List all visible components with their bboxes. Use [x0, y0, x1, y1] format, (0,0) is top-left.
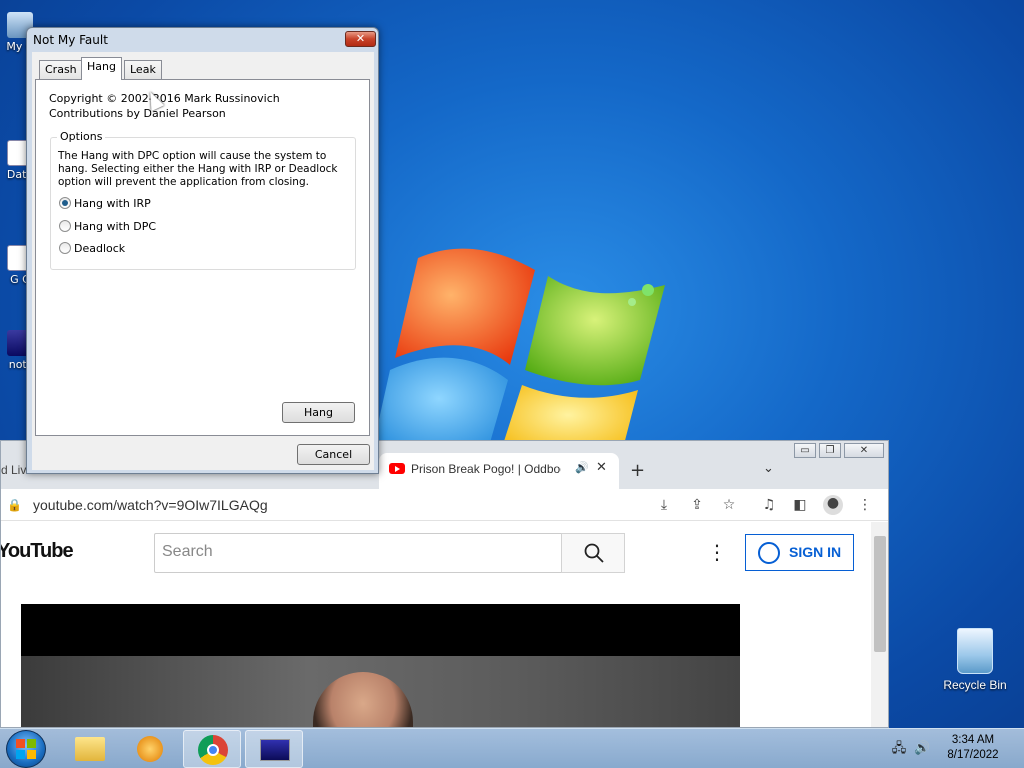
volume-icon[interactable]: 🔊 — [914, 741, 930, 757]
side-panel-icon[interactable]: ◧ — [792, 497, 808, 513]
youtube-logo[interactable]: YouTube — [1, 540, 74, 563]
radio-deadlock[interactable]: Deadlock — [59, 241, 125, 255]
hang-tab-panel: Copyright © 2002-2016 Mark Russinovich C… — [35, 79, 370, 436]
maximize-button[interactable]: ❐ — [819, 443, 841, 458]
hang-button[interactable]: Hang — [282, 402, 355, 423]
radio-label: Deadlock — [74, 241, 126, 255]
tab-hang[interactable]: Hang — [81, 57, 122, 80]
cancel-button[interactable]: Cancel — [297, 444, 370, 465]
tab-youtube[interactable]: Prison Break Pogo! | Oddbod 🔊 ✕ — [379, 453, 619, 489]
account-icon — [758, 542, 780, 564]
taskbar-explorer-button[interactable] — [60, 730, 118, 768]
copyright-text: Copyright © 2002-2016 Mark Russinovich — [49, 92, 280, 105]
search-icon — [584, 543, 604, 563]
options-group: Options The Hang with DPC option will ca… — [50, 130, 356, 270]
youtube-page: YouTube Search ⋮ SIGN IN — [1, 522, 871, 727]
share-icon[interactable]: ⇪ — [689, 497, 705, 513]
minimize-button[interactable]: ▭ — [794, 443, 816, 458]
system-clock[interactable]: 3:34 AM 8/17/2022 — [936, 733, 1010, 763]
media-control-icon[interactable]: ♫ — [761, 497, 777, 513]
notmyfault-app-icon — [260, 739, 290, 761]
media-player-icon — [137, 736, 163, 762]
close-window-button[interactable]: ✕ — [844, 443, 884, 458]
install-icon[interactable]: ⤓ — [656, 497, 672, 513]
contributions-text: Contributions by Daniel Pearson — [49, 107, 226, 120]
clock-date: 8/17/2022 — [947, 749, 999, 761]
address-bar: 🔒 youtube.com/watch?v=9OIw7ILGAQg ⤓ ⇪ ☆ … — [1, 489, 888, 521]
sign-in-label: SIGN IN — [789, 544, 842, 560]
radio-unselected-icon — [59, 220, 71, 232]
chevron-down-icon[interactable]: ⌄ — [763, 461, 774, 476]
taskbar: 🖧 🔊 3:34 AM 8/17/2022 — [0, 728, 1024, 768]
radio-selected-icon — [59, 197, 71, 209]
close-button[interactable]: ✕ — [345, 31, 376, 47]
menu-icon[interactable]: ⋮ — [857, 497, 873, 513]
sign-in-button[interactable]: SIGN IN — [745, 534, 854, 571]
dialog-client: Crash Hang Leak Copyright © 2002-2016 Ma… — [32, 52, 374, 470]
video-player[interactable] — [21, 604, 740, 727]
profile-icon[interactable]: ● — [823, 495, 843, 515]
options-description: The Hang with DPC option will cause the … — [58, 150, 338, 188]
youtube-favicon-icon — [389, 463, 405, 474]
radio-hang-with-irp[interactable]: Hang with IRP — [59, 196, 151, 210]
search-button[interactable] — [561, 533, 625, 573]
window-title: Not My Fault — [33, 33, 108, 47]
recycle-bin-label: Recycle Bin — [943, 678, 1007, 692]
windows-flag-icon — [16, 739, 36, 759]
taskbar-media-player-button[interactable] — [121, 730, 179, 768]
chrome-icon — [198, 735, 228, 765]
star-icon[interactable]: ☆ — [721, 497, 737, 513]
windows-logo — [370, 248, 665, 460]
folder-icon — [75, 737, 105, 761]
tab-crash[interactable]: Crash — [39, 60, 83, 79]
radio-label: Hang with DPC — [74, 219, 157, 233]
page-scrollbar[interactable] — [871, 522, 888, 727]
recycle-bin-icon — [957, 628, 993, 674]
radio-hang-with-dpc[interactable]: Hang with DPC — [59, 219, 156, 233]
tab-previous-label[interactable]: d Liv — [1, 463, 26, 477]
desktop-icon-recycle-bin[interactable]: Recycle Bin — [938, 628, 1012, 692]
clock-time: 3:34 AM — [951, 734, 995, 746]
tab-leak[interactable]: Leak — [124, 60, 162, 79]
radio-label: Hang with IRP — [74, 196, 151, 210]
settings-menu-icon[interactable]: ⋮ — [707, 540, 727, 564]
lock-icon[interactable]: 🔒 — [7, 498, 22, 512]
notmyfault-window: Not My Fault ✕ Crash Hang Leak Copyright… — [26, 27, 379, 474]
options-legend: Options — [57, 130, 106, 143]
taskbar-chrome-button[interactable] — [183, 730, 241, 768]
tab-title: Prison Break Pogo! | Oddbod — [411, 462, 561, 476]
start-button[interactable] — [6, 730, 46, 768]
close-tab-icon[interactable]: ✕ — [596, 460, 607, 475]
taskbar-notmyfault-button[interactable] — [245, 730, 303, 768]
speaker-icon[interactable]: 🔊 — [575, 461, 589, 474]
search-input[interactable]: Search — [154, 533, 562, 573]
radio-unselected-icon — [59, 242, 71, 254]
network-icon[interactable]: 🖧 — [891, 741, 907, 757]
new-tab-icon[interactable]: + — [630, 460, 645, 481]
scroll-thumb[interactable] — [874, 536, 886, 652]
url-text[interactable]: youtube.com/watch?v=9OIw7ILGAQg — [33, 497, 268, 513]
chrome-window: d Liv Prison Break Pogo! | Oddbod 🔊 ✕ + … — [0, 440, 889, 728]
